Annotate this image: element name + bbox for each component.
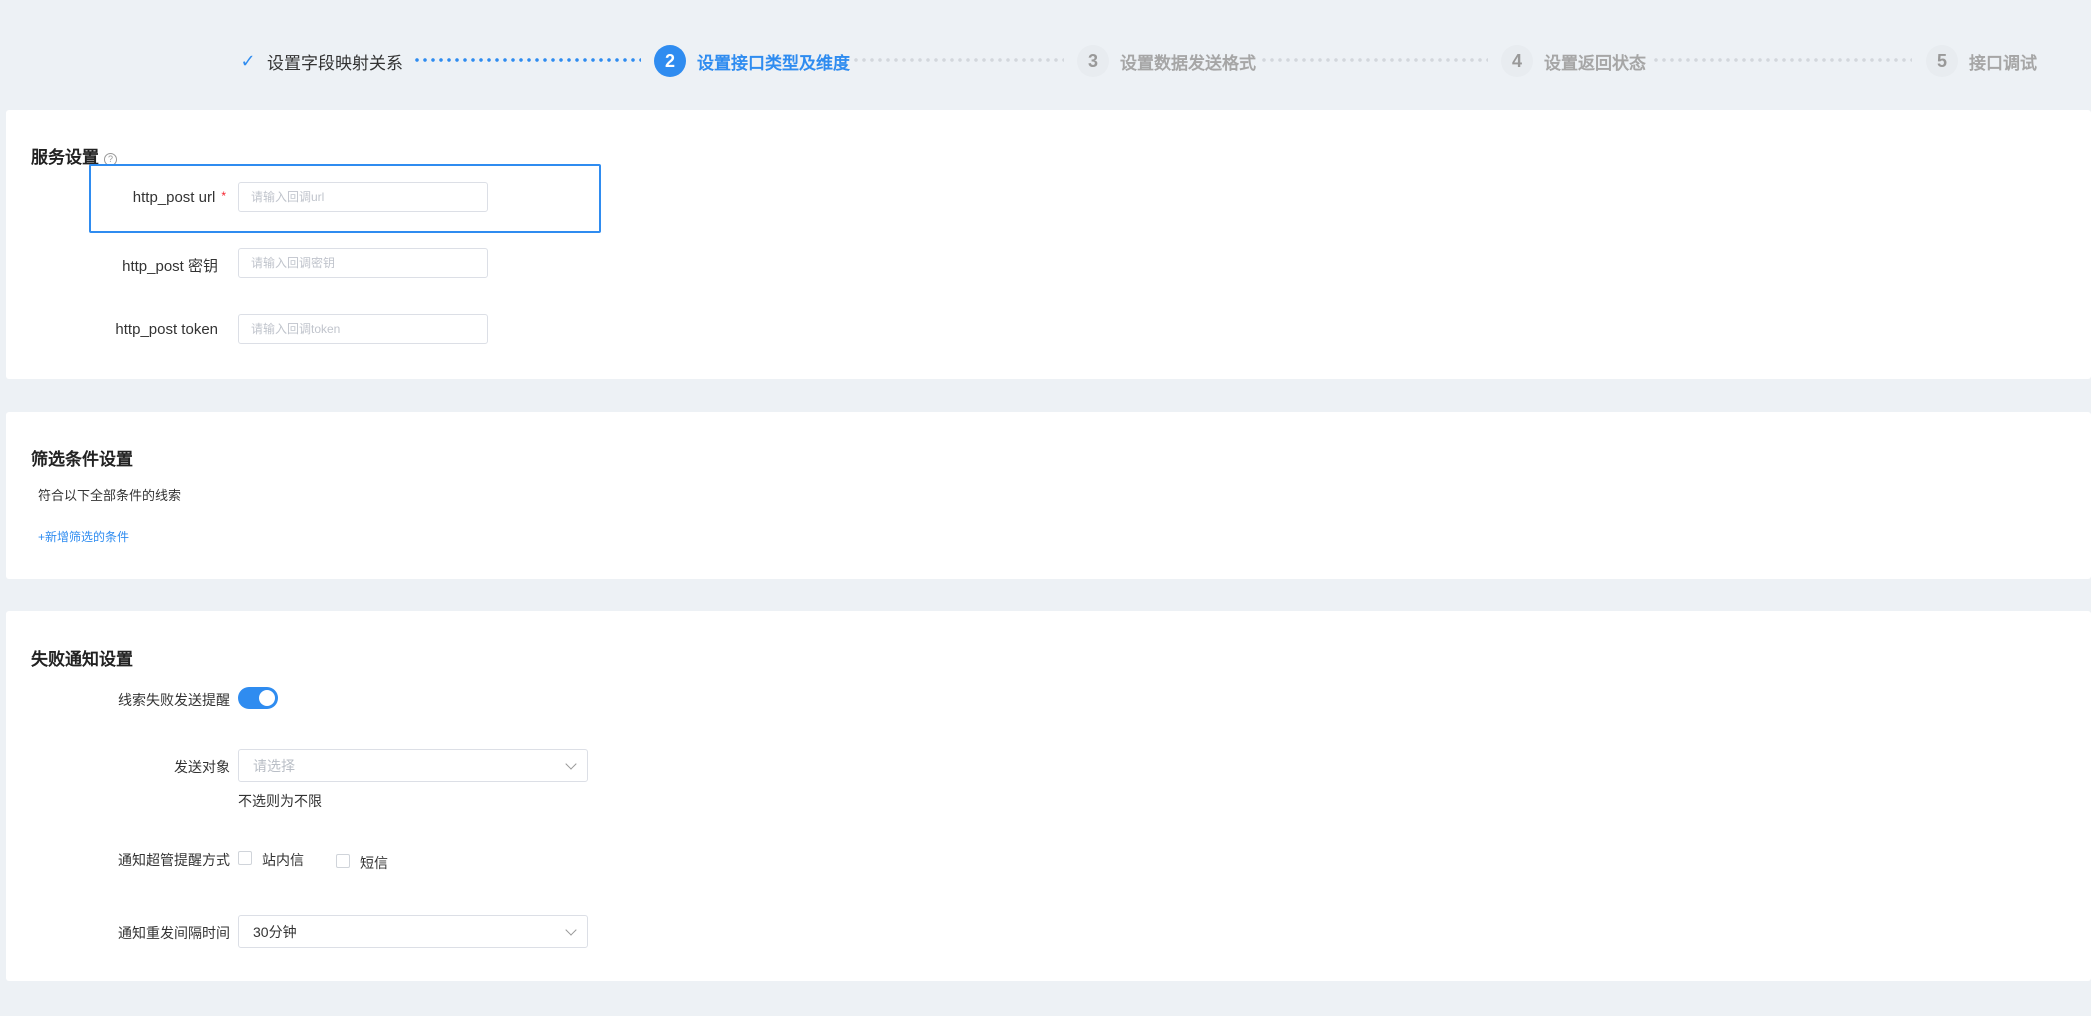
http-post-token-label: http_post token [115, 321, 218, 338]
check-icon: ✓ [240, 50, 256, 71]
step-2-number: 2 [654, 45, 686, 77]
step-4-label: 设置返回状态 [1544, 53, 1646, 73]
filter-description: 符合以下全部条件的线索 [38, 488, 182, 503]
http-post-url-label: http_post url * [133, 189, 226, 206]
notify-method-label: 通知超管提醒方式 [118, 852, 230, 868]
in-app-message-label[interactable]: 站内信 [262, 850, 304, 870]
required-marker: * [221, 189, 226, 203]
http-post-secret-input[interactable] [238, 248, 488, 278]
step-5-label: 接口调试 [1969, 53, 2037, 73]
step-connector-4 [1652, 58, 1912, 62]
step-2-label: 设置接口类型及维度 [697, 53, 850, 73]
resend-interval-value: 30分钟 [253, 923, 297, 940]
failure-notification-title: 失败通知设置 [31, 650, 133, 669]
failure-alert-label: 线索失败发送提醒 [118, 692, 230, 708]
toggle-knob [259, 690, 275, 706]
resend-interval-select[interactable]: 30分钟 [238, 915, 588, 948]
step-connector-2 [852, 58, 1064, 62]
chevron-down-icon [565, 758, 577, 770]
step-connector-1 [413, 58, 641, 62]
http-post-secret-label: http_post 密钥 [122, 258, 218, 275]
step-1[interactable]: ✓ 设置字段映射关系 [238, 44, 403, 78]
send-target-hint: 不选则为不限 [238, 793, 322, 809]
step-1-label: 设置字段映射关系 [267, 53, 403, 73]
resend-interval-label: 通知重发间隔时间 [118, 925, 230, 941]
send-target-label: 发送对象 [174, 759, 230, 775]
step-3-label: 设置数据发送格式 [1120, 53, 1256, 73]
send-target-placeholder: 请选择 [253, 757, 295, 774]
http-post-url-label-text: http_post url [132, 189, 216, 206]
steps-bar: ✓ 设置字段映射关系 2 设置接口类型及维度 3 设置数据发送格式 4 设置返回… [0, 0, 2091, 110]
sms-label[interactable]: 短信 [360, 853, 388, 873]
filter-settings-card [6, 412, 2091, 579]
sms-checkbox[interactable] [336, 854, 350, 868]
filter-settings-title: 筛选条件设置 [31, 450, 133, 469]
step-5-number: 5 [1926, 45, 1958, 77]
step-connector-3 [1260, 58, 1488, 62]
step-5[interactable]: 5 接口调试 [1926, 44, 2037, 78]
chevron-down-icon [565, 924, 577, 936]
send-target-select[interactable]: 请选择 [238, 749, 588, 782]
http-post-url-input[interactable] [238, 182, 488, 212]
step-2[interactable]: 2 设置接口类型及维度 [654, 44, 850, 78]
in-app-message-checkbox[interactable] [238, 851, 252, 865]
step-3[interactable]: 3 设置数据发送格式 [1077, 44, 1256, 78]
step-3-number: 3 [1077, 45, 1109, 77]
failure-alert-toggle[interactable] [238, 687, 278, 709]
add-filter-condition-link[interactable]: +新增筛选的条件 [38, 528, 129, 545]
step-4-number: 4 [1501, 45, 1533, 77]
step-4[interactable]: 4 设置返回状态 [1501, 44, 1646, 78]
http-post-token-input[interactable] [238, 314, 488, 344]
